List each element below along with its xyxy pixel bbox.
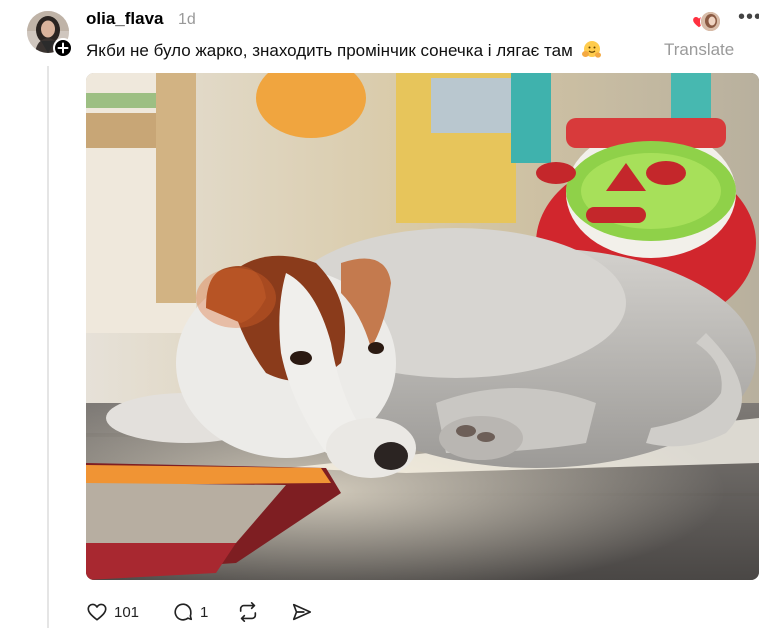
- post-actions-bar: 101 1: [86, 598, 386, 626]
- heart-icon: [87, 603, 107, 621]
- hugging-face-emoji-icon: [581, 41, 601, 58]
- post-caption: Якби не було жарко, знаходить промінчик …: [86, 40, 601, 61]
- username-link[interactable]: olia_flava: [86, 9, 164, 29]
- translate-link[interactable]: Translate: [664, 40, 734, 60]
- repost-button[interactable]: [236, 598, 260, 626]
- dog-photo-image: [86, 73, 759, 580]
- send-icon: [292, 603, 312, 621]
- more-options-button[interactable]: •••: [738, 7, 759, 30]
- follow-plus-button[interactable]: [53, 38, 73, 58]
- comment-icon: [174, 603, 193, 621]
- caption-text: Якби не було жарко, знаходить промінчик …: [86, 41, 573, 60]
- reply-count: 1: [200, 603, 209, 621]
- reply-button[interactable]: 1: [172, 598, 208, 626]
- repost-icon: [239, 602, 257, 622]
- share-button[interactable]: [290, 598, 314, 626]
- author-avatar[interactable]: [27, 11, 73, 58]
- post-timestamp[interactable]: 1d: [178, 11, 196, 29]
- thread-post: olia_flava 1d ••• Якби не було жарко, зн…: [0, 0, 759, 628]
- plus-icon: [57, 42, 69, 54]
- like-button[interactable]: 101: [86, 598, 139, 626]
- like-count: 101: [114, 603, 140, 621]
- liked-by-indicator[interactable]: [692, 10, 722, 32]
- liker-avatar: [700, 11, 721, 32]
- thread-line: [47, 66, 49, 628]
- post-photo[interactable]: [86, 73, 759, 580]
